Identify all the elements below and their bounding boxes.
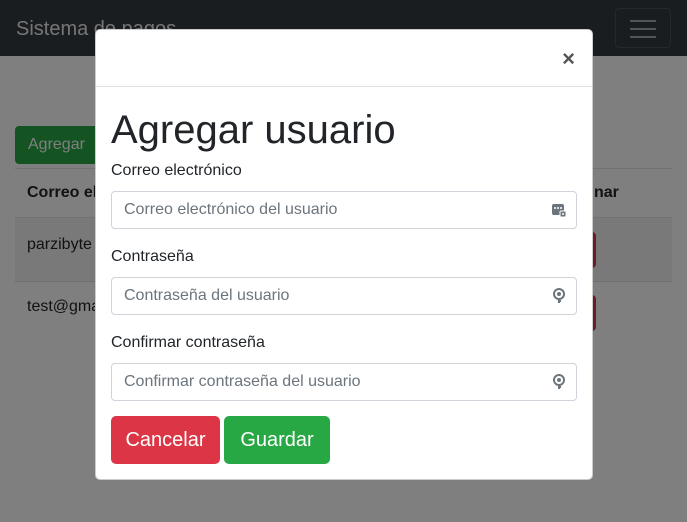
autofill-icon[interactable] [551, 202, 567, 218]
email-field[interactable] [112, 192, 532, 228]
email-field-wrapper [111, 191, 577, 229]
password-field-wrapper [111, 277, 577, 315]
close-icon[interactable]: × [562, 48, 575, 70]
confirm-password-field-wrapper [111, 363, 577, 401]
modal-title: Agregar usuario [111, 108, 396, 152]
confirm-password-label: Confirmar contraseña [111, 334, 265, 351]
key-icon[interactable] [551, 288, 567, 304]
password-label: Contraseña [111, 248, 194, 265]
add-user-modal: × Agregar usuario Correo electrónico Con… [95, 29, 593, 480]
cancel-button[interactable]: Cancelar [111, 416, 220, 464]
password-field[interactable] [112, 278, 532, 314]
modal-header: × [96, 30, 592, 87]
key-icon[interactable] [551, 374, 567, 390]
save-button[interactable]: Guardar [224, 416, 330, 464]
confirm-password-field[interactable] [112, 364, 532, 400]
email-label: Correo electrónico [111, 162, 242, 179]
